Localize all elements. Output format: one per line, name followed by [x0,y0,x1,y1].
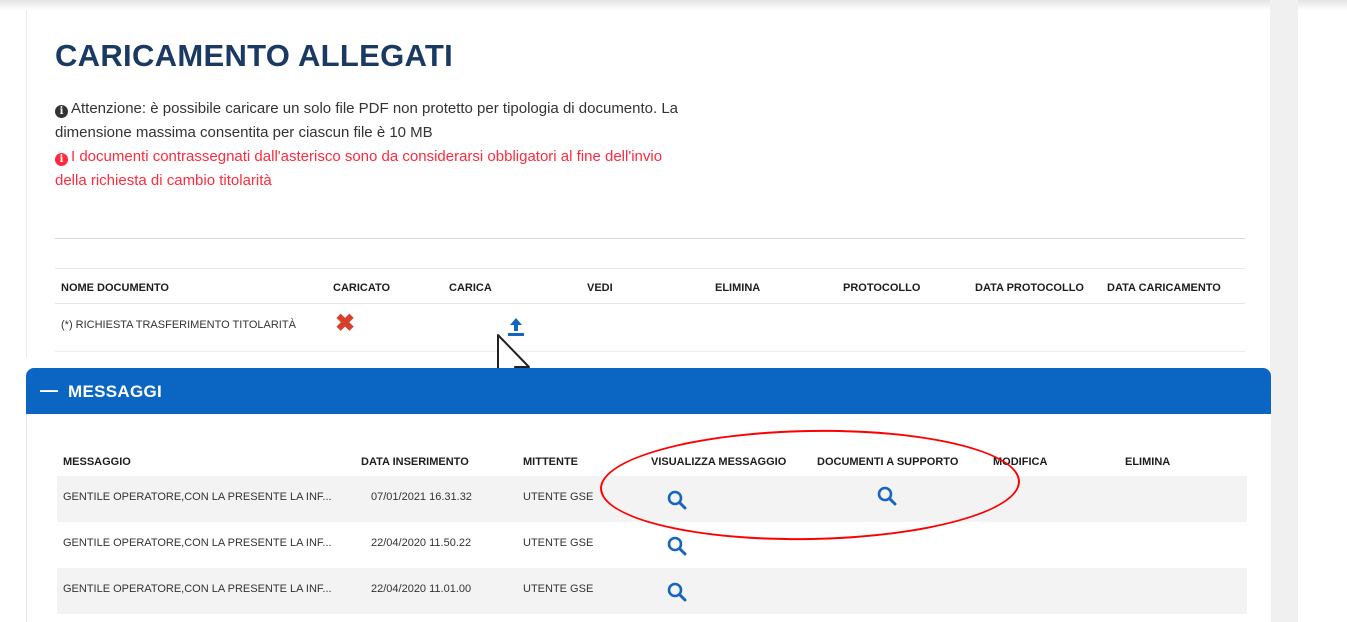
table-row: (*) RICHIESTA TRASFERIMENTO TITOLARITÀ ✖ [55,304,1245,352]
mandatory-notice-text: I documenti contrassegnati dall'asterisc… [55,148,663,189]
page-title: CARICAMENTO ALLEGATI [55,38,454,73]
col-elimina[interactable]: ELIMINA [715,282,760,294]
info-icon: i [55,105,68,118]
message-date: 22/04/2020 11.50.22 [371,537,472,549]
info-notice-text: Attenzione: è possibile caricare un solo… [55,100,679,141]
table-row: GENTILE OPERATORE,CON LA PRESENTE LA INF… [57,522,1247,568]
messaggi-title: MESSAGGI [68,382,163,401]
col-mittente[interactable]: MITTENTE [523,456,578,468]
col-messaggio[interactable]: MESSAGGIO [63,456,131,468]
not-uploaded-x-icon: ✖ [335,310,356,337]
col-vedi[interactable]: VEDI [587,282,613,294]
info-notice: i Attenzione: è possibile caricare un sol… [55,97,695,145]
message-text: GENTILE OPERATORE,CON LA PRESENTE LA INF… [63,537,332,549]
col-carica[interactable]: CARICA [449,282,492,294]
allegati-panel: CARICAMENTO ALLEGATI i Attenzione: è poss… [26,10,1270,358]
documents-table: NOME DOCUMENTO CARICATO CARICA VEDI ELIM… [55,268,1245,352]
info-icon: i [55,153,68,166]
message-sender: UTENTE GSE [523,491,594,503]
view-message-search-icon[interactable] [667,582,687,602]
mandatory-notice: iI documenti contrassegnati dall'asteris… [55,145,695,193]
top-shadow [0,0,1347,10]
page: CARICAMENTO ALLEGATI i Attenzione: è poss… [0,0,1347,622]
col-data-inserimento[interactable]: DATA INSERIMENTO [361,456,469,468]
col-nome-documento[interactable]: NOME DOCUMENTO [61,282,169,294]
col-data-protocollo[interactable]: DATA PROTOCOLLO [975,282,1084,294]
documents-table-header: NOME DOCUMENTO CARICATO CARICA VEDI ELIM… [55,268,1245,304]
table-row: GENTILE OPERATORE,CON LA PRESENTE LA INF… [57,568,1247,614]
collapse-minus-icon[interactable]: — [40,380,58,401]
message-sender: UTENTE GSE [523,537,594,549]
document-name: (*) RICHIESTA TRASFERIMENTO TITOLARITÀ [61,319,296,331]
message-date: 07/01/2021 16.31.32 [371,491,472,503]
message-text: GENTILE OPERATORE,CON LA PRESENTE LA INF… [63,491,332,503]
message-date: 22/04/2020 11.01.00 [371,583,472,595]
col-elimina[interactable]: ELIMINA [1125,456,1170,468]
side-strip [1270,0,1298,622]
message-text: GENTILE OPERATORE,CON LA PRESENTE LA INF… [63,583,332,595]
view-message-search-icon[interactable] [667,536,687,556]
message-sender: UTENTE GSE [523,583,594,595]
col-caricato[interactable]: CARICATO [333,282,390,294]
col-protocollo[interactable]: PROTOCOLLO [843,282,920,294]
messaggi-header[interactable]: — MESSAGGI [26,368,1271,414]
divider [55,238,1245,239]
col-data-caricamento[interactable]: DATA CARICAMENTO [1107,282,1221,294]
